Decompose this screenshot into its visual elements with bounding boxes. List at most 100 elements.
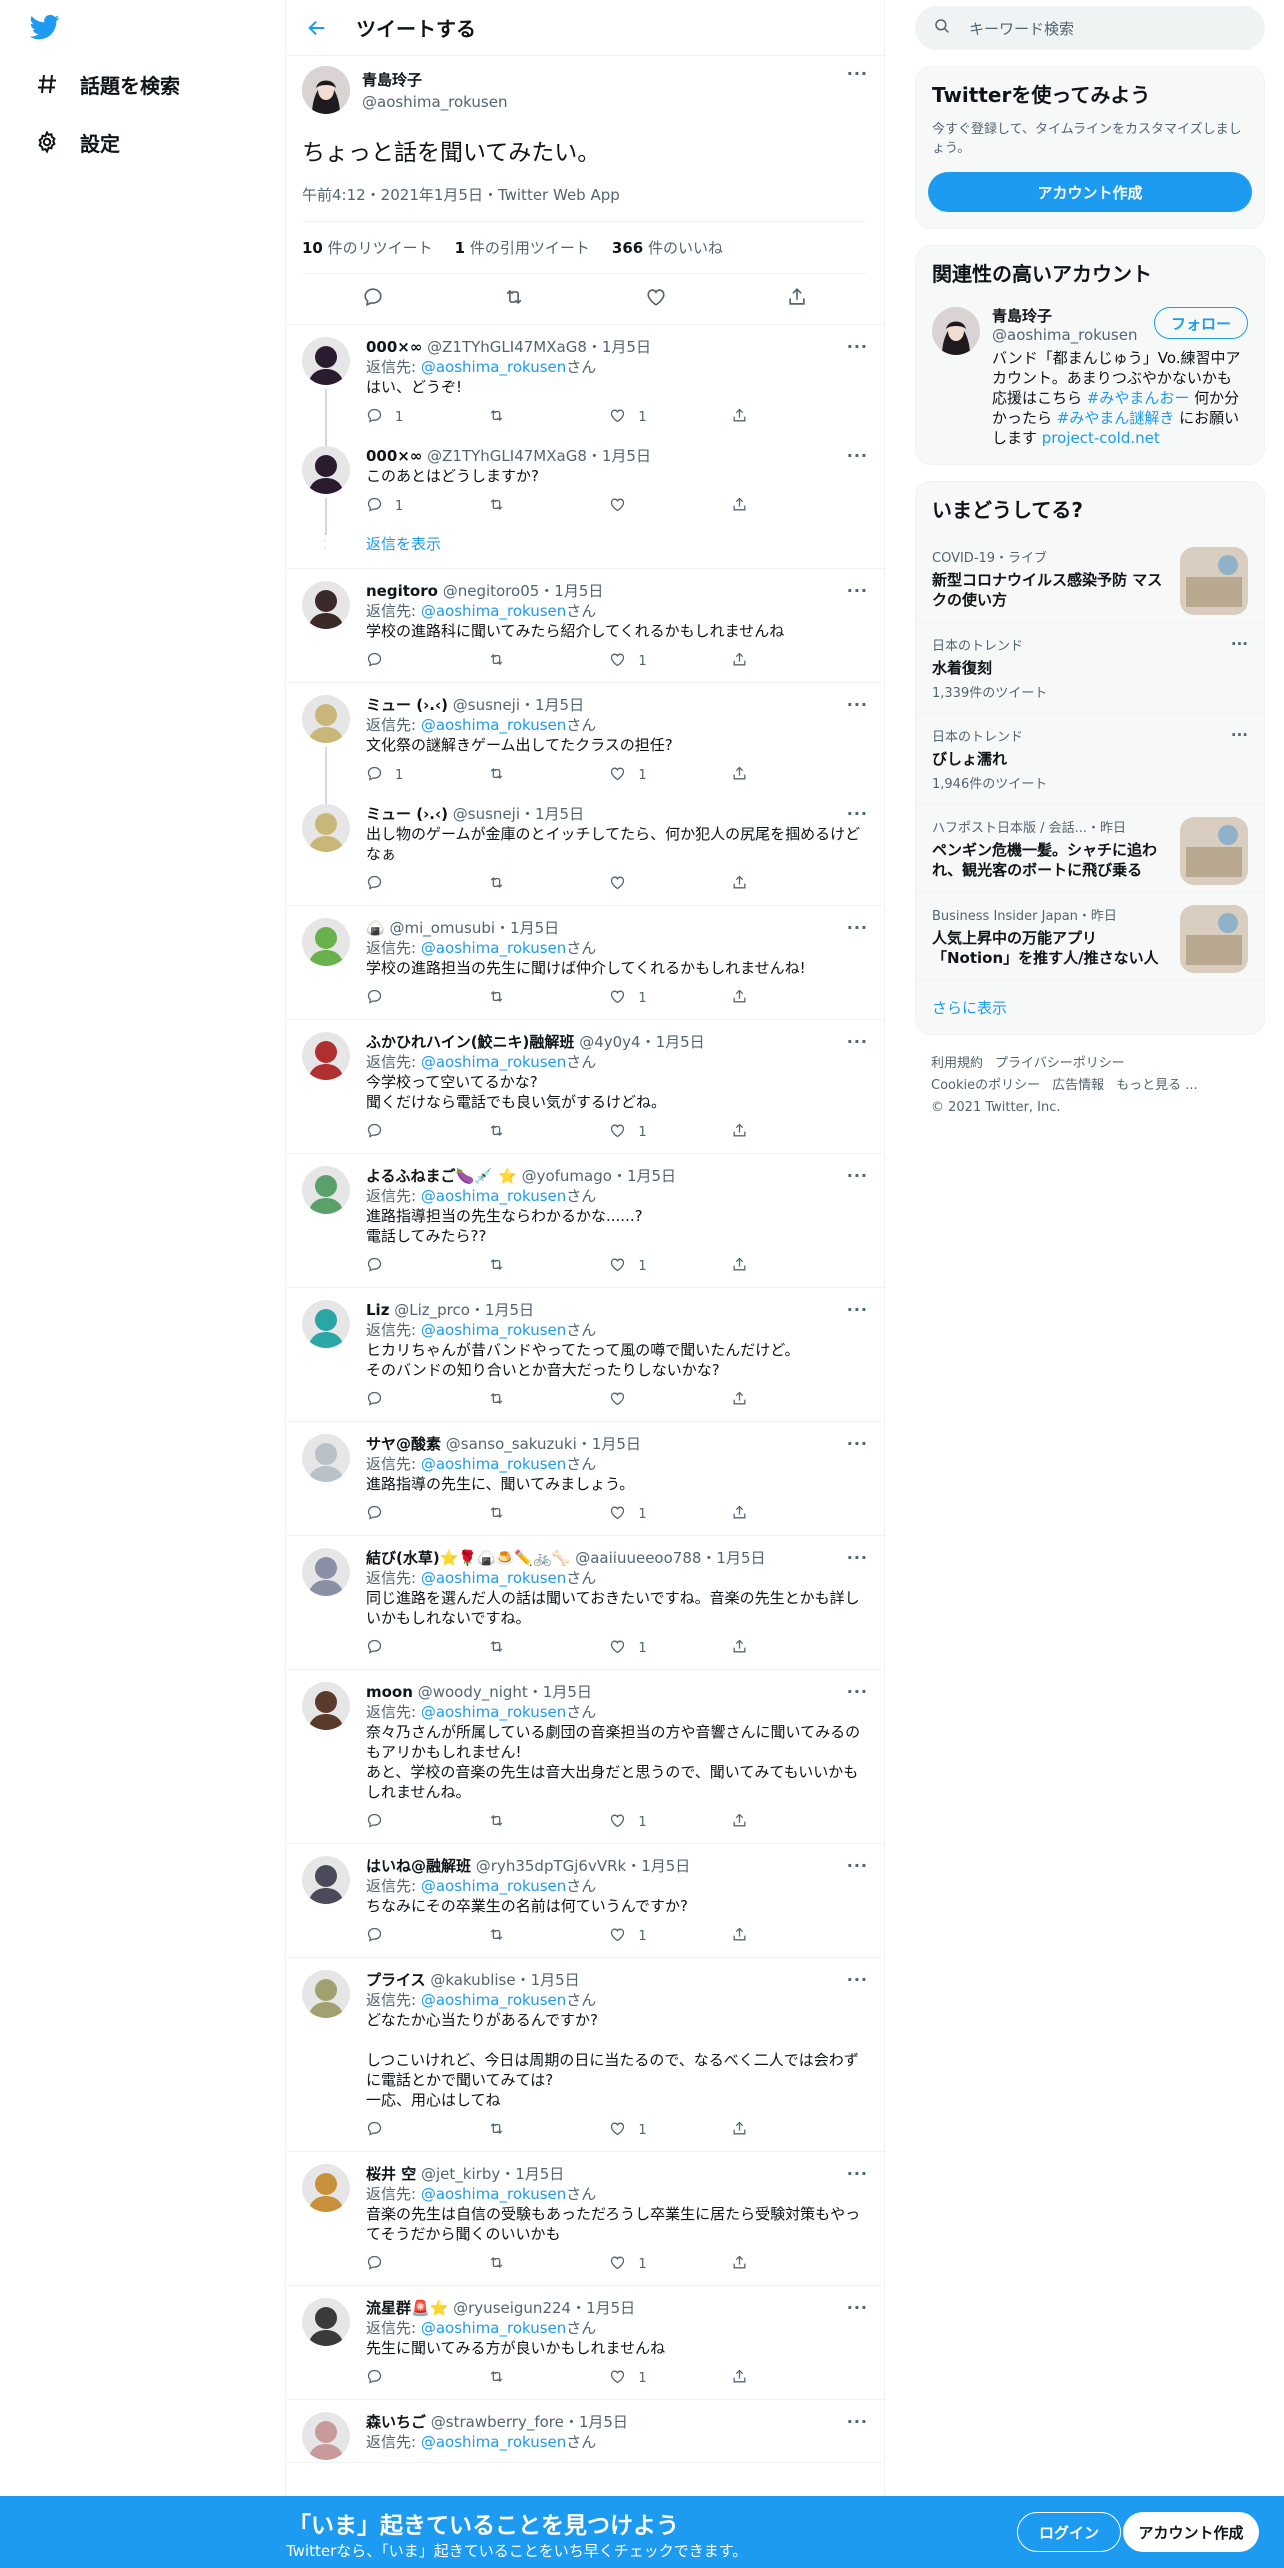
reply-author-meta[interactable]: @aaiiuueeoo788・1月5日: [575, 1549, 765, 1567]
share-button[interactable]: [731, 988, 791, 1009]
show-replies-link[interactable]: · · · 返信を表示: [286, 523, 884, 569]
reply-button[interactable]: 1: [366, 765, 426, 786]
reply-author-meta[interactable]: @woody_night・1月5日: [418, 1683, 592, 1701]
retweet-button[interactable]: [488, 1504, 548, 1525]
reply-author-meta[interactable]: @susneji・1月5日: [453, 696, 584, 714]
mention-link[interactable]: @aoshima_rokusen: [421, 602, 566, 620]
mention-link[interactable]: @aoshima_rokusen: [421, 1569, 566, 1587]
share-button[interactable]: [731, 1812, 791, 1833]
back-arrow-icon[interactable]: [302, 13, 332, 43]
reply-author-meta[interactable]: @ryuseigun224・1月5日: [453, 2299, 635, 2317]
retweet-icon[interactable]: [503, 286, 525, 312]
avatar[interactable]: [302, 1434, 350, 1482]
like-button[interactable]: 1: [609, 2120, 669, 2141]
reply-tweet[interactable]: negitoro @negitoro05・1月5日 ··· 返信先: @aoshim…: [286, 569, 884, 683]
reply-author-name[interactable]: 000×∞: [366, 338, 422, 356]
retweet-button[interactable]: [488, 874, 548, 895]
trend-item[interactable]: 日本のトレンド びしょ濡れ 1,946件のツイート ···: [916, 713, 1264, 804]
reply-button[interactable]: [366, 1122, 426, 1143]
mention-link[interactable]: @aoshima_rokusen: [421, 1703, 566, 1721]
reply-author-name[interactable]: 000×∞: [366, 447, 422, 465]
more-icon[interactable]: ···: [847, 1300, 868, 1319]
mention-link[interactable]: @aoshima_rokusen: [421, 1877, 566, 1895]
reply-author-name[interactable]: 森いちご: [366, 2413, 426, 2431]
reply-author-name[interactable]: プライス: [366, 1971, 426, 1989]
reply-tweet[interactable]: 000×∞ @Z1TYhGLI47MXaG8・1月5日 ··· このあとはどうします…: [286, 434, 884, 535]
more-icon[interactable]: ···: [847, 581, 868, 600]
signup-button[interactable]: アカウント作成: [1123, 2512, 1259, 2552]
reply-author-name[interactable]: 流星群🚨⭐: [366, 2299, 448, 2317]
mention-link[interactable]: @aoshima_rokusen: [421, 2433, 566, 2451]
retweet-button[interactable]: [488, 1638, 548, 1659]
share-button[interactable]: [731, 1390, 791, 1411]
share-button[interactable]: [731, 407, 791, 428]
footer-link[interactable]: プライバシーポリシー: [995, 1056, 1125, 1071]
share-icon[interactable]: [786, 286, 808, 312]
more-icon[interactable]: ···: [847, 64, 868, 83]
author-name[interactable]: 青島玲子: [362, 69, 507, 90]
reply-author-meta[interactable]: @jet_kirby・1月5日: [421, 2165, 564, 2183]
reply-author-name[interactable]: ミュー (›.‹): [366, 805, 448, 823]
like-button[interactable]: [609, 1390, 669, 1411]
like-icon[interactable]: [645, 286, 667, 312]
retweet-button[interactable]: [488, 496, 548, 517]
trend-item[interactable]: COVID-19・ライブ 新型コロナウイルス感染予防 マスクの使い方: [916, 535, 1264, 622]
reply-tweet[interactable]: ふかひれハイン(鮫ニキ)融解班 @4y0y4・1月5日 ··· 返信先: @aosh…: [286, 1020, 884, 1154]
avatar[interactable]: [302, 1970, 350, 2018]
reply-button[interactable]: [366, 1812, 426, 1833]
footer-link[interactable]: 利用規約: [931, 1056, 983, 1071]
quote-stat[interactable]: 1 件の引用ツイート: [455, 237, 590, 258]
reply-tweet[interactable]: ミュー (›.‹) @susneji・1月5日 ··· 出し物のゲームが金庫のとイッ…: [286, 792, 884, 906]
retweet-button[interactable]: [488, 1122, 548, 1143]
reply-author-name[interactable]: サヤ@酸素: [366, 1435, 441, 1453]
more-icon[interactable]: ···: [847, 1856, 868, 1875]
retweet-button[interactable]: [488, 2254, 548, 2275]
reply-author-meta[interactable]: @Liz_prco・1月5日: [394, 1301, 534, 1319]
share-button[interactable]: [731, 1256, 791, 1277]
retweet-button[interactable]: [488, 1256, 548, 1277]
more-icon[interactable]: ···: [1231, 726, 1248, 744]
more-icon[interactable]: ···: [847, 337, 868, 356]
reply-author-name[interactable]: ミュー (›.‹): [366, 696, 448, 714]
retweet-button[interactable]: [488, 1812, 548, 1833]
reply-tweet[interactable]: Liz @Liz_prco・1月5日 ··· 返信先: @aoshima_rokus…: [286, 1288, 884, 1422]
reply-author-name[interactable]: negitoro: [366, 582, 438, 600]
like-stat[interactable]: 366 件のいいね: [612, 237, 723, 258]
like-button[interactable]: 1: [609, 765, 669, 786]
share-button[interactable]: [731, 2120, 791, 2141]
avatar[interactable]: [302, 1300, 350, 1348]
reply-author-name[interactable]: はいね@融解班: [366, 1857, 471, 1875]
search-input[interactable]: キーワード検索: [969, 18, 1074, 39]
mention-link[interactable]: @aoshima_rokusen: [421, 1187, 566, 1205]
search-box[interactable]: キーワード検索: [915, 6, 1265, 50]
share-button[interactable]: [731, 1504, 791, 1525]
follow-button[interactable]: フォロー: [1153, 307, 1248, 339]
more-icon[interactable]: ···: [847, 2164, 868, 2183]
like-button[interactable]: 1: [609, 1638, 669, 1659]
reply-button[interactable]: [366, 1638, 426, 1659]
avatar[interactable]: [302, 1856, 350, 1904]
mention-link[interactable]: @aoshima_rokusen: [421, 1991, 566, 2009]
reply-button[interactable]: [366, 1504, 426, 1525]
retweet-button[interactable]: [488, 988, 548, 1009]
hashtag-link[interactable]: #みやまんおー: [1087, 389, 1190, 407]
mention-link[interactable]: @aoshima_rokusen: [421, 716, 566, 734]
reply-author-meta[interactable]: @kakublise・1月5日: [430, 1971, 579, 1989]
mention-link[interactable]: @aoshima_rokusen: [421, 358, 566, 376]
like-button[interactable]: 1: [609, 2368, 669, 2389]
footer-link[interactable]: もっと見る ...: [1116, 1078, 1198, 1093]
retweet-button[interactable]: [488, 1390, 548, 1411]
mention-link[interactable]: @aoshima_rokusen: [421, 1455, 566, 1473]
reply-author-meta[interactable]: @sanso_sakuzuki・1月5日: [446, 1435, 641, 1453]
avatar[interactable]: [302, 918, 350, 966]
author-handle[interactable]: @aoshima_rokusen: [362, 93, 507, 111]
avatar[interactable]: [302, 1032, 350, 1080]
share-button[interactable]: [731, 765, 791, 786]
avatar[interactable]: [302, 2298, 350, 2346]
nav-settings[interactable]: 設定: [34, 122, 120, 162]
tweet-meta[interactable]: 午前4:12・2021年1月5日・Twitter Web App: [302, 184, 868, 222]
more-icon[interactable]: ···: [847, 1548, 868, 1567]
reply-button[interactable]: 1: [366, 496, 426, 517]
share-button[interactable]: [731, 2254, 791, 2275]
avatar[interactable]: [302, 1548, 350, 1596]
